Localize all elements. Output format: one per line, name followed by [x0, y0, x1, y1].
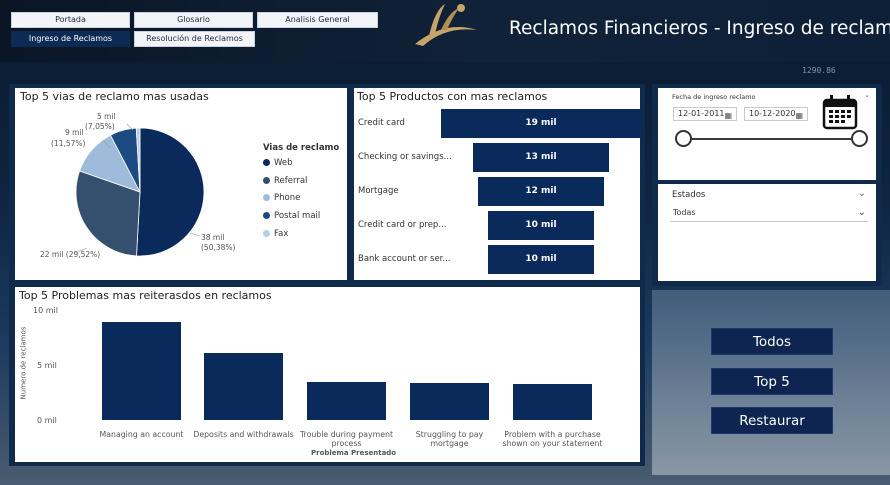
y-tick-10: 10 mil	[33, 306, 58, 315]
chevron-down-icon[interactable]: ⌄	[858, 188, 866, 199]
date-start-value: 12-01-2011	[678, 109, 725, 118]
pie-label-postal-pct: (7,05%)	[85, 122, 115, 131]
legend-dot-web	[263, 159, 270, 166]
funnel-row-label: Checking or savings...	[358, 152, 452, 162]
legend-dot-fax	[263, 230, 270, 237]
legend-item-phone[interactable]: Phone	[263, 193, 300, 203]
nav-resolucion-reclamos-button[interactable]: Resolución de Reclamos	[134, 31, 255, 47]
pie-label-postal-value: 5 mil	[97, 112, 116, 121]
funnel-bar[interactable]: 10 mil	[488, 245, 594, 274]
calendar-icon	[822, 95, 858, 130]
legend-item-fax[interactable]: Fax	[263, 229, 288, 239]
funnel-bar[interactable]: 19 mil	[441, 109, 641, 138]
y-tick-0: 0 mil	[37, 416, 57, 425]
bar-problem[interactable]	[307, 381, 386, 420]
date-end-input[interactable]: 10-12-2020 ▦	[744, 107, 808, 121]
nav-glosario-button[interactable]: Glosario	[134, 12, 253, 28]
pie-label-referral: 22 mil (29,52%)	[40, 250, 101, 259]
restaurar-button[interactable]: Restaurar	[711, 407, 833, 434]
y-axis-label: Numero de reclamos	[19, 326, 28, 400]
pie-leader-line	[189, 232, 201, 237]
legend-item-postal-mail[interactable]: Postal mail	[263, 211, 320, 221]
funnel-bar[interactable]: 12 mil	[477, 177, 605, 206]
ticker-value: 1290.86	[802, 66, 836, 75]
calendar-small-icon[interactable]: ▦	[795, 110, 803, 122]
funnel-bar[interactable]: 10 mil	[488, 211, 594, 240]
legend-label: Fax	[274, 229, 289, 239]
x-category-label: Problem with a purchase shown on your sta…	[502, 430, 603, 448]
legend-item-web[interactable]: Web	[263, 158, 293, 168]
states-selected-value: Todas	[673, 208, 696, 217]
funnel-row-label: Credit card or prep...	[358, 220, 447, 230]
chevron-down-icon[interactable]: ⌄	[858, 206, 866, 220]
states-title: Estados	[672, 190, 706, 200]
brand-logo-icon	[415, 4, 477, 46]
funnel-row-label: Credit card	[358, 118, 405, 128]
bar-title: Top 5 Problemas mas reiterasdos en recla…	[19, 289, 272, 302]
x-category-label: Deposits and withdrawals	[193, 430, 294, 439]
legend-label: Phone	[274, 193, 301, 203]
pie-label-web-value: 38 mil	[201, 233, 225, 242]
pie-slice-web[interactable]	[136, 127, 205, 257]
todos-button[interactable]: Todos	[711, 328, 833, 355]
bar-problem[interactable]	[204, 352, 283, 420]
funnel-panel: Top 5 Productos con mas reclamos Credit …	[354, 88, 641, 280]
date-slider-track	[683, 138, 860, 140]
x-axis-label: Problema Presentado	[311, 449, 397, 457]
states-filter-panel: Estados ⌄ Todas ⌄	[658, 184, 876, 281]
date-filter-panel: Fecha de ingreso reclamo ⌄ 12-01-2011 ▦ 1…	[658, 88, 876, 182]
legend-dot-postal-mail	[263, 212, 270, 219]
top5-button[interactable]: Top 5	[711, 368, 833, 395]
funnel-row-label: Mortgage	[358, 186, 399, 196]
date-slider-start-handle[interactable]	[675, 130, 692, 147]
pie-panel: Top 5 vias de reclamo mas usadas Vias de…	[15, 88, 347, 280]
x-category-label: Struggling to pay mortgage	[415, 430, 484, 448]
legend-item-referral[interactable]: Referral	[263, 176, 307, 186]
calendar-small-icon[interactable]: ▦	[724, 110, 732, 122]
date-filter-title: Fecha de ingreso reclamo	[672, 93, 756, 101]
date-start-input[interactable]: 12-01-2011 ▦	[673, 107, 737, 121]
x-category-label: Managing an account	[99, 430, 184, 439]
x-category-label: Trouble during payment process	[299, 430, 394, 448]
funnel-row-label: Bank account or ser...	[358, 254, 451, 264]
nav-analisis-general-button[interactable]: Analisis General	[257, 12, 378, 28]
legend-title: Vias de reclamo	[263, 143, 340, 153]
bar-problem[interactable]	[513, 383, 592, 420]
bar-problem[interactable]	[410, 382, 489, 420]
date-slider-end-handle[interactable]	[851, 130, 868, 147]
y-tick-5: 5 mil	[37, 361, 57, 370]
chevron-down-icon[interactable]: ⌄	[864, 91, 870, 99]
bar-panel: Top 5 Problemas mas reiterasdos en recla…	[15, 287, 640, 462]
pie-label-phone-value: 9 mil	[65, 128, 84, 137]
header-bar: Portada Glosario Analisis General Ingres…	[0, 0, 890, 62]
pie-label-phone-pct: (11,57%)	[51, 139, 86, 148]
legend-dot-phone	[263, 194, 270, 201]
date-end-value: 10-12-2020	[749, 109, 796, 118]
legend-dot-referral	[263, 177, 270, 184]
funnel-bar[interactable]: 13 mil	[472, 143, 610, 172]
page-title: Reclamos Financieros - Ingreso de reclam…	[509, 18, 890, 39]
bar-problem[interactable]	[102, 322, 181, 420]
legend-label: Referral	[274, 176, 308, 186]
legend-label: Web	[274, 158, 293, 168]
funnel-title: Top 5 Productos con mas reclamos	[357, 90, 548, 103]
legend-label: Postal mail	[274, 211, 321, 221]
nav-ingreso-reclamos-button[interactable]: Ingreso de Reclamos	[11, 31, 130, 47]
pie-label-web-pct: (50,38%)	[201, 243, 236, 252]
states-select[interactable]: Todas ⌄	[670, 206, 868, 222]
nav-portada-button[interactable]: Portada	[11, 12, 130, 28]
